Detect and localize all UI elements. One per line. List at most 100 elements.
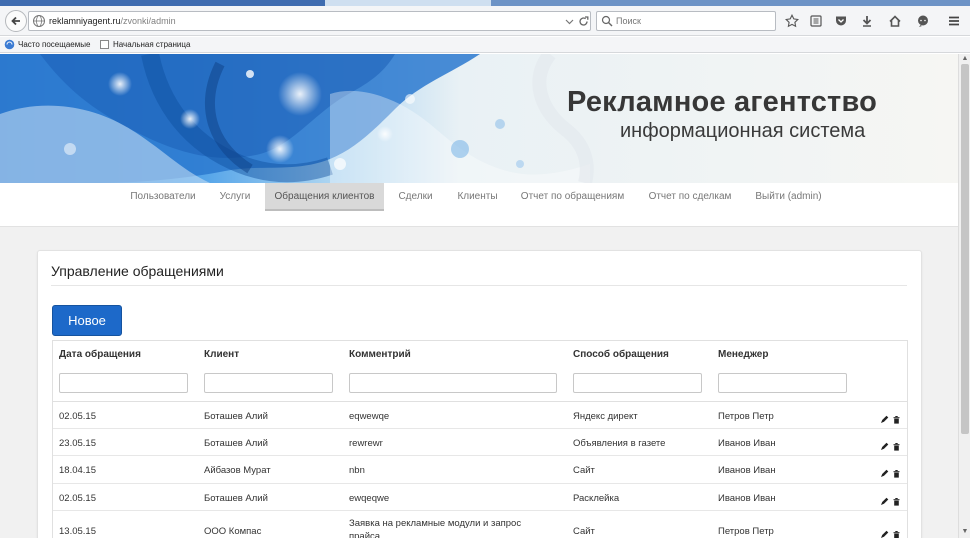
menu-hamburger-icon[interactable] [946,13,962,29]
back-button[interactable] [5,10,27,32]
cell-comment: eqwewqe [349,411,390,422]
filter-row [53,367,907,402]
search-icon [601,15,613,27]
edit-pencil-icon[interactable] [880,526,889,538]
site-subtitle: информационная система [620,120,866,142]
delete-trash-icon[interactable] [892,493,901,506]
bookmark-label: Начальная страница [113,40,191,49]
url-path: /zvonki/admin [120,16,176,26]
panel-title: Управление обращениями [51,263,224,279]
browser-search-input[interactable] [616,16,766,26]
bookmark-label: Часто посещаемые [18,40,91,49]
bookmarks-toolbar: Часто посещаемые Начальная страница [0,37,970,53]
menu-item-services[interactable]: Услуги [205,183,265,211]
cell-manager: Иванов Иван [718,438,776,449]
menu-item-users[interactable]: Пользователи [121,183,205,211]
edit-pencil-icon[interactable] [880,438,889,450]
row-actions [880,526,901,538]
dropdown-history-icon[interactable] [562,14,576,28]
row-actions [880,465,901,478]
scrollbar-thumb[interactable] [961,64,969,434]
requests-table: Дата обращения Клиент Комментрий Способ … [52,340,908,538]
filter-manager-input[interactable] [718,373,847,393]
cell-client: ООО Компас [204,526,262,537]
cell-method: Сайт [573,465,595,476]
address-bar[interactable]: reklamniyagent.ru/zvonki/admin [28,11,591,31]
reading-list-icon[interactable] [808,13,824,29]
firefox-bookmark-icon [4,39,15,50]
delete-trash-icon[interactable] [892,526,901,538]
cell-date: 02.05.15 [59,411,96,422]
site-banner: Рекламное агентство информационная систе… [0,54,958,183]
filter-method-input[interactable] [573,373,702,393]
table-row[interactable]: 18.04.15 Айбазов Мурат nbn Сайт Иванов И… [53,456,907,484]
download-icon[interactable] [859,13,875,29]
delete-trash-icon[interactable] [892,411,901,424]
edit-pencil-icon[interactable] [880,411,889,423]
column-header-client[interactable]: Клиент [204,349,239,360]
filter-client-input[interactable] [204,373,333,393]
cell-date: 18.04.15 [59,465,96,476]
scroll-up-arrow-icon[interactable]: ▲ [961,55,969,63]
cell-method: Сайт [573,526,595,537]
cell-date: 13.05.15 [59,526,96,537]
menu-item-deals-report[interactable]: Отчет по сделкам [637,183,743,211]
row-actions [880,493,901,506]
menu-item-logout[interactable]: Выйти (admin) [743,183,834,211]
browser-toolbar: reklamniyagent.ru/zvonki/admin [0,6,970,36]
edit-pencil-icon[interactable] [880,465,889,477]
table-row[interactable]: 13.05.15 ООО Компас Заявка на рекламные … [53,511,907,538]
main-menu: Пользователи Услуги Обращения клиентов С… [0,183,958,227]
site-title: Рекламное агентство [567,86,877,118]
menu-item-requests-report[interactable]: Отчет по обращениям [508,183,637,211]
delete-trash-icon[interactable] [892,438,901,451]
page-icon [100,40,109,49]
chat-icon[interactable] [915,13,931,29]
column-header-method[interactable]: Способ обращения [573,349,669,360]
menu-item-client-requests[interactable]: Обращения клиентов [265,183,384,211]
cell-comment: ewqeqwe [349,493,390,504]
cell-manager: Петров Петр [718,526,774,537]
url-text: reklamniyagent.ru/zvonki/admin [49,16,176,26]
cell-manager: Иванов Иван [718,493,776,504]
edit-pencil-icon[interactable] [880,493,889,505]
cell-client: Айбазов Мурат [204,465,271,476]
page-scrollbar[interactable]: ▲ ▼ [958,54,970,538]
menu-item-clients[interactable]: Клиенты [447,183,508,211]
row-actions [880,438,901,451]
row-actions [880,411,901,424]
web-page: Рекламное агентство информационная систе… [0,54,958,538]
table-row[interactable]: 02.05.15 Боташев Алий ewqeqwe Расклейка … [53,484,907,511]
cell-client: Боташев Алий [204,493,268,504]
bookmark-home-page[interactable]: Начальная страница [99,39,190,50]
url-domain: reklamniyagent.ru [49,16,121,26]
cell-date: 23.05.15 [59,438,96,449]
bookmark-most-visited[interactable]: Часто посещаемые [4,39,90,50]
home-icon[interactable] [887,13,903,29]
delete-trash-icon[interactable] [892,465,901,478]
table-row[interactable]: 23.05.15 Боташев Алий rewrewr Объявления… [53,429,907,456]
globe-icon [33,15,45,27]
table-row[interactable]: 02.05.15 Боташев Алий eqwewqe Яндекс дир… [53,402,907,429]
cell-method: Объявления в газете [573,438,666,449]
new-request-button[interactable]: Новое [52,305,122,336]
cell-manager: Иванов Иван [718,465,776,476]
column-header-date[interactable]: Дата обращения [59,349,141,360]
menu-item-deals[interactable]: Сделки [384,183,447,211]
browser-search-bar[interactable] [596,11,776,31]
scroll-down-arrow-icon[interactable]: ▼ [961,528,969,536]
column-header-comment[interactable]: Комментрий [349,349,411,360]
panel-divider [51,285,907,286]
reload-icon[interactable] [576,14,590,28]
pocket-icon[interactable] [833,13,849,29]
back-arrow-icon [11,16,20,26]
column-header-manager[interactable]: Менеджер [718,349,768,360]
filter-date-input[interactable] [59,373,188,393]
cell-client: Боташев Алий [204,411,268,422]
cell-comment: nbn [349,465,365,476]
filter-comment-input[interactable] [349,373,557,393]
requests-panel: Управление обращениями Новое Дата обраще… [37,250,922,538]
cell-date: 02.05.15 [59,493,96,504]
bookmark-star-icon[interactable] [784,13,800,29]
cell-manager: Петров Петр [718,411,774,422]
